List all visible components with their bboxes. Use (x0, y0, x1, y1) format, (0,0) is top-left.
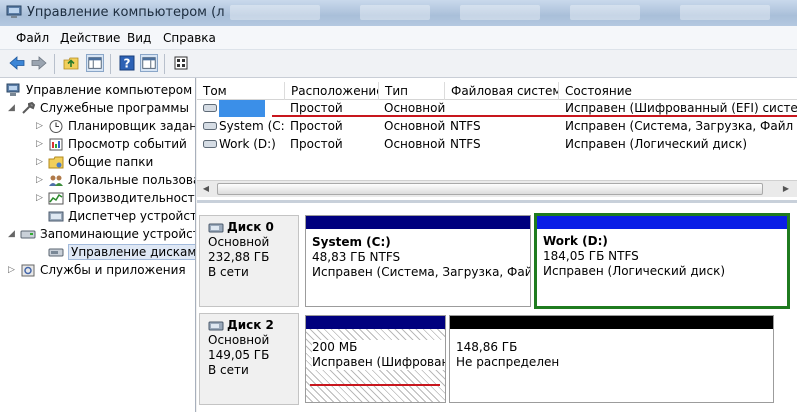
partition-efi[interactable]: 200 МБ Исправен (Шифрованн (305, 315, 446, 403)
volume-icon (203, 104, 217, 112)
performance-icon (48, 192, 64, 204)
computer-management-icon (6, 83, 20, 96)
tree-label: Управление компьютером (л (26, 83, 196, 97)
properties-icon[interactable] (172, 54, 190, 72)
menu-bar: Файл Действие Вид Справка (0, 26, 797, 50)
column-header-layout[interactable]: Расположение (285, 82, 379, 100)
expand-arrow-icon[interactable]: ▷ (6, 265, 17, 276)
window-title: Управление компьютером (л (27, 5, 225, 20)
tree-item-device-manager[interactable]: Диспетчер устройств (34, 207, 195, 225)
collapse-arrow-icon[interactable]: ◢ (6, 103, 17, 114)
device-manager-icon (48, 211, 64, 221)
tree-item-utilities[interactable]: ◢ Служебные программы (6, 99, 189, 117)
toolbar-separator (164, 54, 165, 74)
clock-icon (49, 119, 63, 133)
table-row[interactable]: System (C:) Простой Основной NTFS Исправ… (197, 118, 797, 135)
red-underline-annotation (310, 384, 440, 386)
collapse-arrow-icon[interactable]: ◢ (6, 229, 17, 240)
forward-arrow-icon[interactable] (30, 54, 48, 72)
expand-arrow-icon[interactable]: ▷ (34, 139, 45, 150)
expand-arrow-icon[interactable]: ▷ (34, 193, 45, 204)
column-header-status[interactable]: Состояние (559, 82, 797, 100)
storage-icon (20, 230, 36, 238)
taskbar-ghost (360, 5, 430, 20)
red-underline-annotation (272, 115, 797, 117)
tree-item-performance[interactable]: ▷ Производительность (34, 189, 195, 207)
taskbar-ghost (680, 5, 770, 20)
up-folder-icon[interactable] (62, 54, 80, 72)
menu-view[interactable]: Вид (127, 31, 151, 45)
disk-icon (208, 223, 224, 232)
show-hide-tree-icon[interactable] (86, 54, 104, 72)
back-arrow-icon[interactable] (8, 54, 26, 72)
partition-work-d[interactable]: Work (D:) 184,05 ГБ NTFS Исправен (Логич… (534, 213, 790, 309)
tree-root[interactable]: Управление компьютером (л (6, 81, 196, 99)
expand-arrow-icon[interactable]: ▷ (34, 175, 45, 186)
disk-management-icon (48, 248, 64, 256)
volume-list-header: Том Расположение Тип Файловая система Со… (197, 82, 797, 100)
tree-item-storage[interactable]: ◢ Запоминающие устройст (6, 225, 195, 243)
tree-item-services[interactable]: ▷ Службы и приложения (6, 261, 186, 279)
disk-label-2[interactable]: Диск 2 Основной 149,05 ГБ В сети (199, 313, 299, 405)
menu-file[interactable]: Файл (16, 31, 49, 45)
services-icon (21, 264, 35, 276)
tree-item-task-scheduler[interactable]: ▷ Планировщик заданий (34, 117, 195, 135)
volume-icon (203, 122, 217, 130)
scrollbar-thumb[interactable] (217, 183, 763, 195)
disk-label-0[interactable]: Диск 0 Основной 232,88 ГБ В сети (199, 215, 299, 307)
partition-system-c[interactable]: System (C:) 48,83 ГБ NTFS Исправен (Сист… (305, 215, 531, 307)
menu-action[interactable]: Действие (60, 31, 120, 45)
tree-item-disk-management[interactable]: Управление дисками (34, 243, 195, 261)
taskbar-ghost (460, 5, 540, 20)
tree-item-shared-folders[interactable]: ▷ Общие папки (34, 153, 153, 171)
users-icon (49, 175, 63, 186)
menu-help[interactable]: Справка (163, 31, 216, 45)
computer-management-icon (6, 5, 22, 18)
toolbar-separator (54, 54, 55, 74)
column-header-type[interactable]: Тип (379, 82, 445, 100)
partition-unallocated[interactable]: 148,86 ГБ Не распределен (449, 315, 774, 403)
column-header-volume[interactable]: Том (197, 82, 285, 100)
column-header-filesystem[interactable]: Файловая система (445, 82, 559, 100)
horizontal-scrollbar[interactable]: ◀ ▶ (197, 180, 797, 197)
disk-map: Диск 0 Основной 232,88 ГБ В сети System … (197, 200, 797, 412)
expand-arrow-icon[interactable]: ▷ (34, 157, 45, 168)
volume-icon (203, 140, 217, 148)
expand-arrow-icon[interactable]: ▷ (34, 121, 45, 132)
help-icon[interactable]: ? (118, 54, 136, 72)
scroll-left-icon[interactable]: ◀ (199, 183, 213, 195)
partition-bar (537, 216, 787, 229)
console-tree: Управление компьютером (л ◢ Служебные пр… (0, 78, 196, 412)
tree-item-local-users[interactable]: ▷ Локальные пользовате (34, 171, 195, 189)
disk-icon (208, 321, 224, 330)
shared-folder-icon (48, 156, 64, 168)
partition-bar (306, 316, 445, 329)
partition-bar (306, 216, 530, 229)
title-bar: Управление компьютером (л (0, 0, 797, 26)
taskbar-ghost (230, 5, 320, 20)
taskbar-ghost (570, 5, 640, 20)
toolbar: ? (0, 50, 797, 78)
partition-bar (450, 316, 773, 329)
table-row[interactable]: Work (D:) Простой Основной NTFS Исправен… (197, 136, 797, 153)
tools-icon (22, 101, 36, 114)
toolbar-separator (110, 54, 111, 74)
event-viewer-icon (49, 138, 63, 150)
scroll-right-icon[interactable]: ▶ (779, 183, 793, 195)
svg-text:?: ? (124, 57, 131, 71)
tree-item-event-viewer[interactable]: ▷ Просмотр событий (34, 135, 187, 153)
hidden-volume-name (219, 100, 265, 117)
show-action-pane-icon[interactable] (140, 54, 158, 72)
